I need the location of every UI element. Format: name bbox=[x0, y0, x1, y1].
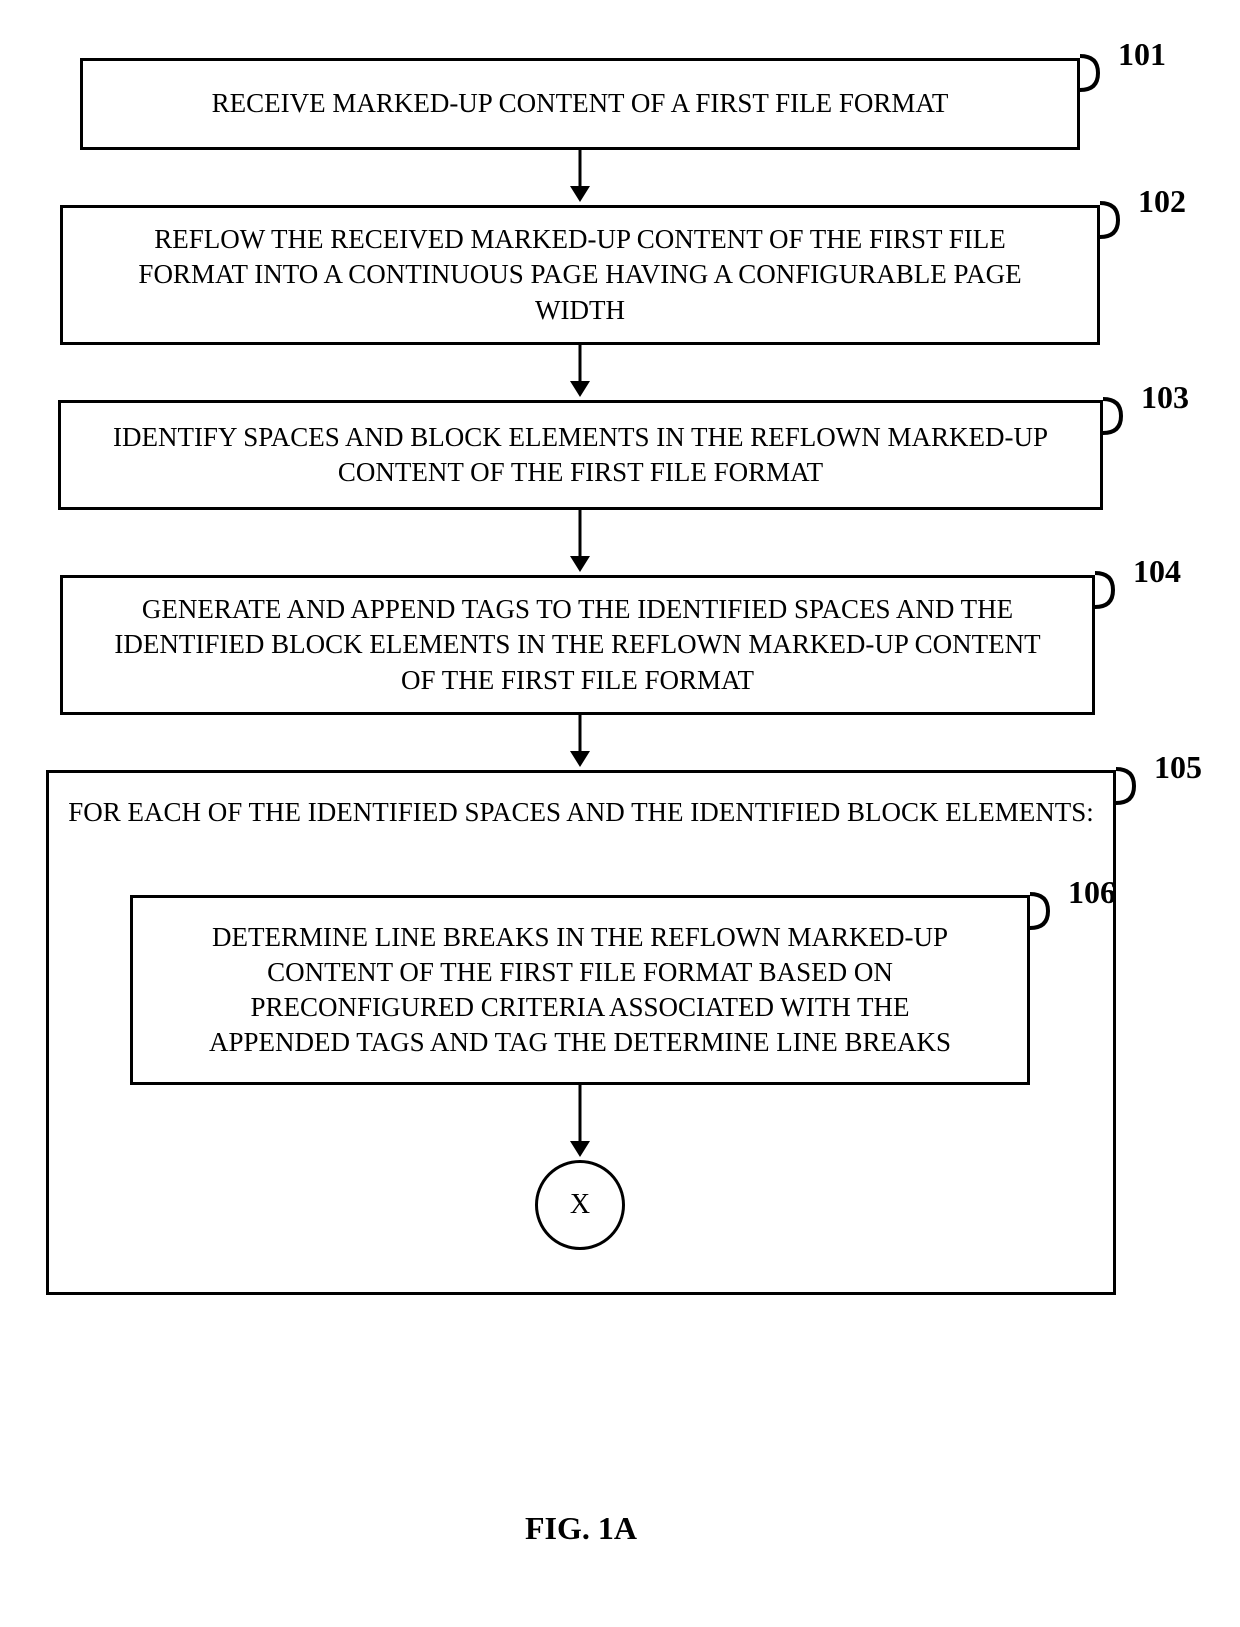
step-101-text: RECEIVE MARKED-UP CONTENT OF A FIRST FIL… bbox=[212, 86, 949, 121]
ref-brace-103 bbox=[1103, 398, 1138, 438]
ref-brace-105 bbox=[1116, 768, 1151, 808]
arrow-101-102 bbox=[570, 150, 590, 205]
ref-103: 103 bbox=[1141, 379, 1189, 416]
arrow-103-104 bbox=[570, 510, 590, 575]
arrow-104-105 bbox=[570, 715, 590, 770]
ref-brace-102 bbox=[1100, 202, 1135, 242]
connector-label: X bbox=[570, 1189, 590, 1221]
figure-label: FIG. 1A bbox=[525, 1510, 637, 1547]
step-105-text: FOR EACH OF THE IDENTIFIED SPACES AND TH… bbox=[46, 795, 1116, 830]
ref-brace-106 bbox=[1030, 893, 1065, 933]
step-103-text: IDENTIFY SPACES AND BLOCK ELEMENTS IN TH… bbox=[101, 420, 1060, 490]
ref-101: 101 bbox=[1118, 36, 1166, 73]
ref-brace-101 bbox=[1080, 55, 1115, 95]
step-104-box: GENERATE AND APPEND TAGS TO THE IDENTIFI… bbox=[60, 575, 1095, 715]
flowchart-page: RECEIVE MARKED-UP CONTENT OF A FIRST FIL… bbox=[0, 0, 1240, 1627]
offpage-connector: X bbox=[535, 1160, 625, 1250]
step-102-text: REFLOW THE RECEIVED MARKED-UP CONTENT OF… bbox=[103, 222, 1057, 327]
arrow-102-103 bbox=[570, 345, 590, 400]
step-102-box: REFLOW THE RECEIVED MARKED-UP CONTENT OF… bbox=[60, 205, 1100, 345]
step-101-box: RECEIVE MARKED-UP CONTENT OF A FIRST FIL… bbox=[80, 58, 1080, 150]
ref-104: 104 bbox=[1133, 553, 1181, 590]
step-103-box: IDENTIFY SPACES AND BLOCK ELEMENTS IN TH… bbox=[58, 400, 1103, 510]
ref-brace-104 bbox=[1095, 572, 1130, 612]
ref-105: 105 bbox=[1154, 749, 1202, 786]
arrow-106-connector bbox=[570, 1085, 590, 1160]
step-106-text: DETERMINE LINE BREAKS IN THE REFLOWN MAR… bbox=[193, 920, 967, 1060]
ref-106: 106 bbox=[1068, 874, 1116, 911]
step-104-text: GENERATE AND APPEND TAGS TO THE IDENTIFI… bbox=[103, 592, 1052, 697]
ref-102: 102 bbox=[1138, 183, 1186, 220]
step-106-box: DETERMINE LINE BREAKS IN THE REFLOWN MAR… bbox=[130, 895, 1030, 1085]
